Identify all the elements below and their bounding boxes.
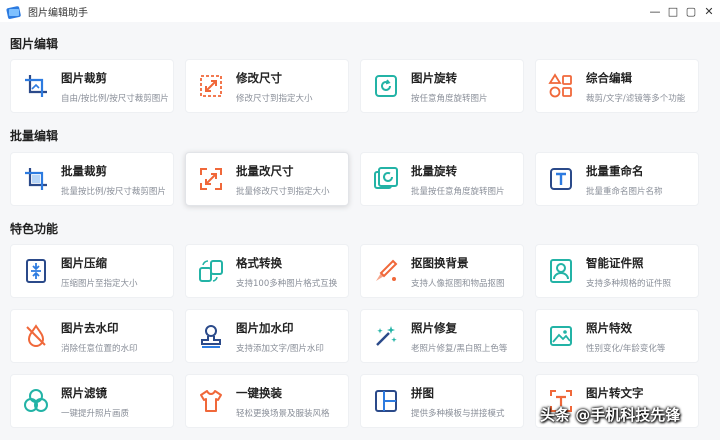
tool-name: 拼图 [411, 386, 434, 400]
tool-card-format-convert[interactable]: 格式转换 支持100多种图片格式互换 [185, 244, 349, 298]
tool-name: 智能证件照 [586, 256, 644, 270]
tool-card-batch-rotate[interactable]: 批量旋转 批量按任意角度旋转图片 [360, 152, 524, 206]
tool-name: 批量旋转 [411, 164, 457, 178]
app-title: 图片编辑助手 [28, 8, 88, 19]
section-title-special: 特色功能 [10, 222, 59, 236]
tool-name: 批量重命名 [586, 164, 644, 178]
filter-icon [23, 388, 49, 414]
stamp-icon [198, 323, 224, 349]
tool-desc: 支持人像抠图和物品抠图 [411, 279, 505, 289]
tool-card-batch-crop[interactable]: 批量裁剪 批量按比例/按尺寸裁剪图片 [10, 152, 174, 206]
tool-name: 图片压缩 [61, 256, 107, 270]
tool-name: 照片特效 [586, 321, 632, 335]
maximize-button[interactable]: ▢ [682, 2, 700, 20]
tool-card-collage[interactable]: 拼图 提供多种模板与拼接模式 [360, 374, 524, 428]
tool-card-crop[interactable]: 图片裁剪 自由/按比例/按尺寸裁剪图片 [10, 59, 174, 113]
tool-name: 图片旋转 [411, 71, 457, 85]
tool-name: 综合编辑 [586, 71, 632, 85]
tool-card-photo-repair[interactable]: 照片修复 老照片修复/黑白照上色等 [360, 309, 524, 363]
tool-desc: 批量重命名图片名称 [586, 187, 663, 197]
tool-desc: 支持100多种图片格式互换 [236, 279, 338, 289]
collage-icon [373, 388, 399, 414]
tool-name: 图片转文字 [586, 386, 644, 400]
tool-card-remove-watermark[interactable]: 图片去水印 消除任意位置的水印 [10, 309, 174, 363]
tool-desc: 消除任意位置的水印 [61, 344, 138, 354]
tool-card-cutout-background[interactable]: 抠图换背景 支持人像抠图和物品抠图 [360, 244, 524, 298]
cutout-icon [373, 258, 399, 284]
tool-desc: 按任意角度旋转图片 [411, 94, 488, 104]
tool-card-compress[interactable]: 图片压缩 压缩图片至指定大小 [10, 244, 174, 298]
batch-rotate-icon [373, 166, 399, 192]
tool-desc: 轻松更换场景及服装风格 [236, 409, 330, 419]
tool-desc: 提供多种模板与拼接模式 [411, 409, 505, 419]
compress-icon [23, 258, 49, 284]
restore-button[interactable]: □ [664, 2, 682, 20]
tool-desc: 一键提升照片画质 [61, 409, 130, 419]
remove-watermark-icon [23, 323, 49, 349]
tool-card-batch-resize[interactable]: 批量改尺寸 批量修改尺寸到指定大小 [185, 152, 349, 206]
tool-desc: 支持多种规格的证件照 [586, 279, 672, 289]
tool-card-id-photo[interactable]: 智能证件照 支持多种规格的证件照 [535, 244, 699, 298]
tool-name: 图片加水印 [236, 321, 294, 335]
tshirt-icon [198, 388, 224, 414]
tool-desc: 老照片修复/黑白照上色等 [411, 344, 508, 354]
tool-card-photo-effects[interactable]: 照片特效 性别变化/年龄变化等 [535, 309, 699, 363]
rename-icon [548, 166, 574, 192]
rotate-icon [373, 73, 399, 99]
app-logo-icon [6, 4, 22, 19]
tool-card-add-watermark[interactable]: 图片加水印 支持添加文字/图片水印 [185, 309, 349, 363]
tool-desc: 批量按任意角度旋转图片 [411, 187, 505, 197]
tool-desc: 裁剪/文字/滤镜等多个功能 [586, 94, 686, 104]
effects-icon [548, 323, 574, 349]
tool-desc: 自由/按比例/按尺寸裁剪图片 [61, 94, 169, 104]
tool-name: 图片裁剪 [61, 71, 107, 85]
minimize-button[interactable]: — [646, 2, 664, 20]
batch-crop-icon [23, 166, 49, 192]
resize-icon [198, 73, 224, 99]
tool-desc: 批量按比例/按尺寸裁剪图片 [61, 187, 166, 197]
tool-name: 照片滤镜 [61, 386, 107, 400]
batch-resize-icon [198, 166, 224, 192]
tool-name: 批量裁剪 [61, 164, 107, 178]
tool-card-outfit-change[interactable]: 一键换装 轻松更换场景及服装风格 [185, 374, 349, 428]
shapes-icon [548, 73, 574, 99]
tool-name: 图片去水印 [61, 321, 119, 335]
tool-desc: 支持添加文字/图片水印 [236, 344, 324, 354]
tool-card-rotate[interactable]: 图片旋转 按任意角度旋转图片 [360, 59, 524, 113]
tool-desc: 修改尺寸到指定大小 [236, 94, 313, 104]
tool-desc: 性别变化/年龄变化等 [586, 344, 666, 354]
id-photo-icon [548, 258, 574, 284]
tool-card-resize[interactable]: 修改尺寸 修改尺寸到指定大小 [185, 59, 349, 113]
tool-card-photo-filter[interactable]: 照片滤镜 一键提升照片画质 [10, 374, 174, 428]
tool-desc: 压缩图片至指定大小 [61, 279, 138, 289]
section-title-edit: 图片编辑 [10, 37, 59, 51]
tool-name: 批量改尺寸 [236, 164, 294, 178]
tool-desc: 批量修改尺寸到指定大小 [236, 187, 330, 197]
tool-name: 一键换装 [236, 386, 282, 400]
section-title-batch: 批量编辑 [10, 129, 59, 143]
convert-icon [198, 258, 224, 284]
title-bar: 图片编辑助手 — □ ▢ ✕ [0, 0, 720, 22]
tool-name: 格式转换 [236, 256, 282, 270]
tool-card-comprehensive-edit[interactable]: 综合编辑 裁剪/文字/滤镜等多个功能 [535, 59, 699, 113]
tool-name: 抠图换背景 [411, 256, 469, 270]
tool-name: 修改尺寸 [236, 71, 282, 85]
close-button[interactable]: ✕ [700, 2, 718, 20]
tool-card-batch-rename[interactable]: 批量重命名 批量重命名图片名称 [535, 152, 699, 206]
magic-wand-icon [373, 323, 399, 349]
source-watermark: 头条 @手机科技先锋 [540, 406, 681, 424]
tool-name: 照片修复 [411, 321, 457, 335]
crop-icon [23, 73, 49, 99]
